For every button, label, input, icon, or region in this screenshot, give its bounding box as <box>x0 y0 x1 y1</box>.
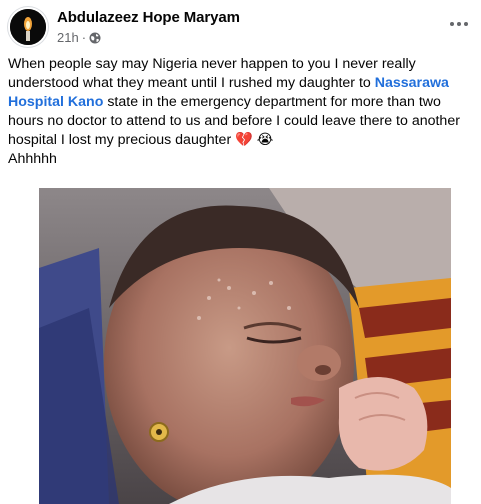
post-time[interactable]: 21h <box>57 30 79 45</box>
broken-heart-emoji: 💔 <box>235 132 253 148</box>
candle-icon <box>10 9 46 45</box>
author-name[interactable]: Abdulazeez Hope Maryam <box>57 9 240 26</box>
globe-icon[interactable] <box>89 32 101 44</box>
post-meta: 21h · <box>57 30 101 45</box>
post-body: When people say may Nigeria never happen… <box>8 55 476 169</box>
post-text-line-2: Ahhhhh <box>8 151 57 167</box>
avatar[interactable] <box>8 7 48 47</box>
post-photo[interactable] <box>39 188 451 504</box>
post-header: Abdulazeez Hope Maryam 21h · <box>8 7 473 49</box>
facebook-post: Abdulazeez Hope Maryam 21h · When people… <box>0 0 481 504</box>
meta-separator: · <box>81 30 87 45</box>
post-text-part-1: When people say may Nigeria never happen… <box>8 56 416 91</box>
more-options-icon[interactable] <box>445 13 473 35</box>
sleeping-baby-image <box>39 188 451 504</box>
crying-face-emoji: 😭 <box>256 132 274 148</box>
